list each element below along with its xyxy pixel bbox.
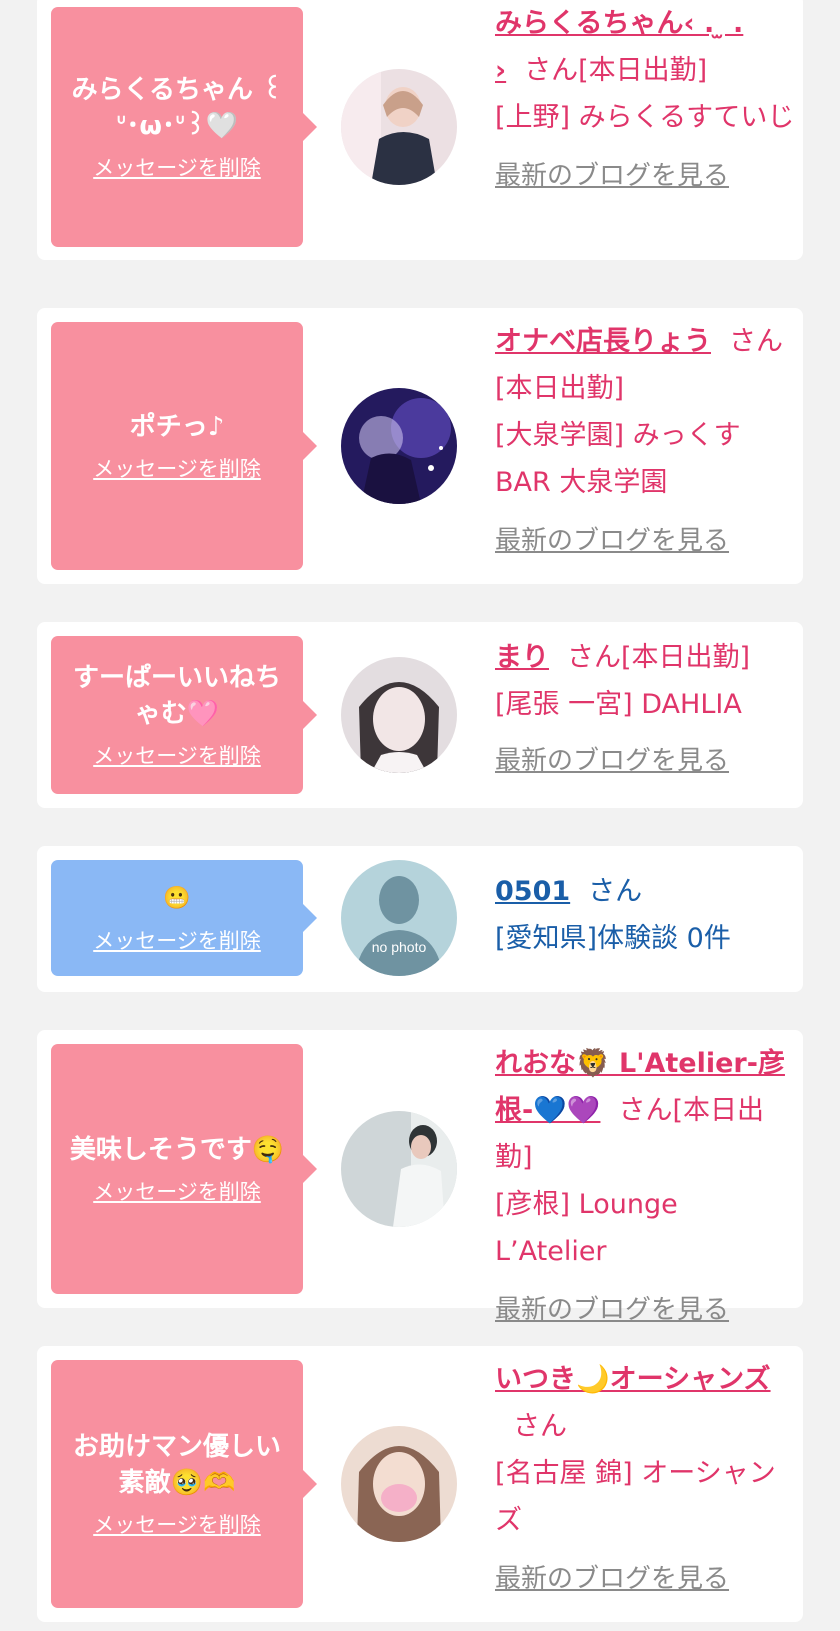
latest-blog-link[interactable]: 最新のブログを見る <box>495 518 795 565</box>
user-info: れおな🦁 L'Atelier-彦根-💙💜 さん[本日出勤] [彦根] Lounge… <box>495 1040 795 1334</box>
avatar-photo <box>341 1111 457 1227</box>
avatar[interactable]: no photo <box>341 860 457 976</box>
delete-message-link[interactable]: メッセージを削除 <box>93 1176 261 1206</box>
avatar[interactable] <box>341 1426 457 1542</box>
list-item: すーぱーいいねちゃむ🩷 メッセージを削除 まり さん[本日出勤] [尾張 一宮] … <box>37 622 803 808</box>
user-status: さん[本日出勤] <box>567 642 751 673</box>
user-status: さん[本日出勤] <box>524 55 708 86</box>
avatar[interactable] <box>341 657 457 773</box>
delete-message-link[interactable]: メッセージを削除 <box>93 152 261 182</box>
message-text: 😬 <box>163 886 191 911</box>
user-info: みらくるちゃん‹ . ̫ . › さん[本日出勤] [上野] みらくるすていじ 最… <box>495 0 795 200</box>
avatar-photo <box>341 388 457 504</box>
latest-blog-link[interactable]: 最新のブログを見る <box>495 1287 795 1334</box>
shop-name: [尾張 一宮] DAHLIA <box>495 689 742 720</box>
shop-name: [名古屋 錦] オーシャンズ <box>495 1458 776 1536</box>
latest-blog-link[interactable]: 最新のブログを見る <box>495 738 795 785</box>
user-status: さん <box>588 876 643 907</box>
message-bubble: すーぱーいいねちゃむ🩷 メッセージを削除 <box>51 636 317 794</box>
no-photo-label: no photo <box>372 939 427 955</box>
shop-name: [上野] みらくるすていじ <box>495 102 795 133</box>
avatar-photo <box>341 1426 457 1542</box>
list-item: みらくるちゃん ꒰ᐡ･ω･ᐡ꒱🤍 メッセージを削除 みらくるちゃん‹ . ̫ .… <box>37 0 803 260</box>
avatar-photo: no photo <box>341 860 457 976</box>
message-bubble: ポチっ♪ メッセージを削除 <box>51 322 317 570</box>
message-text: お助けマン優しい素敵🥹🫶 <box>72 1432 281 1498</box>
latest-blog-link[interactable]: 最新のブログを見る <box>495 1556 795 1603</box>
user-name-link[interactable]: 0501 <box>495 876 570 907</box>
shop-name: [愛知県]体験談 0件 <box>495 923 731 954</box>
message-bubble: お助けマン優しい素敵🥹🫶 メッセージを削除 <box>51 1360 317 1608</box>
favorites-list: みらくるちゃん ꒰ᐡ･ω･ᐡ꒱🤍 メッセージを削除 みらくるちゃん‹ . ̫ .… <box>0 0 840 1631</box>
user-info: まり さん[本日出勤] [尾張 一宮] DAHLIA 最新のブログを見る <box>495 634 795 785</box>
list-item: 美味しそうです🤤 メッセージを削除 れおな🦁 L'Atelier-彦根-💙💜 さん… <box>37 1030 803 1325</box>
list-item: ポチっ♪ メッセージを削除 オナベ店長りょう さん[本日出勤] [大泉学園] みっ… <box>37 308 803 584</box>
avatar-photo <box>341 69 457 185</box>
user-info: 0501 さん [愛知県]体験談 0件 <box>495 868 795 962</box>
message-text: ポチっ♪ <box>129 412 225 442</box>
avatar-photo <box>341 657 457 773</box>
shop-name: [大泉学園] みっくすBAR 大泉学園 <box>495 420 741 498</box>
message-bubble: みらくるちゃん ꒰ᐡ･ω･ᐡ꒱🤍 メッセージを削除 <box>51 7 317 247</box>
latest-blog-link[interactable]: 最新のブログを見る <box>495 153 795 200</box>
user-info: オナベ店長りょう さん[本日出勤] [大泉学園] みっくすBAR 大泉学園 最新の… <box>495 318 795 565</box>
avatar[interactable] <box>341 69 457 185</box>
message-bubble: 😬 メッセージを削除 <box>51 860 317 976</box>
list-item: お助けマン優しい素敵🥹🫶 メッセージを削除 いつき🌙オーシャンズさん [名古屋 … <box>37 1346 803 1622</box>
message-text: すーぱーいいねちゃむ🩷 <box>72 663 281 729</box>
list-item: 😬 メッセージを削除 no photo 0501 さん [愛知県]体験談 0件 <box>37 846 803 992</box>
delete-message-link[interactable]: メッセージを削除 <box>93 925 261 955</box>
user-name-link[interactable]: まり <box>495 642 549 673</box>
delete-message-link[interactable]: メッセージを削除 <box>93 1509 261 1539</box>
user-info: いつき🌙オーシャンズさん [名古屋 錦] オーシャンズ 最新のブログを見る <box>495 1356 795 1603</box>
delete-message-link[interactable]: メッセージを削除 <box>93 453 261 483</box>
user-name-link[interactable]: オナベ店長りょう <box>495 326 711 357</box>
message-bubble: 美味しそうです🤤 メッセージを削除 <box>51 1044 317 1294</box>
user-status: さん <box>513 1411 567 1442</box>
message-text: 美味しそうです🤤 <box>69 1135 285 1165</box>
avatar[interactable] <box>341 388 457 504</box>
shop-name: [彦根] Lounge L’Atelier <box>495 1189 678 1267</box>
avatar[interactable] <box>341 1111 457 1227</box>
user-name-link[interactable]: いつき🌙オーシャンズ <box>495 1364 771 1395</box>
delete-message-link[interactable]: メッセージを削除 <box>93 740 261 770</box>
message-text: みらくるちゃん ꒰ᐡ･ω･ᐡ꒱🤍 <box>71 75 283 141</box>
